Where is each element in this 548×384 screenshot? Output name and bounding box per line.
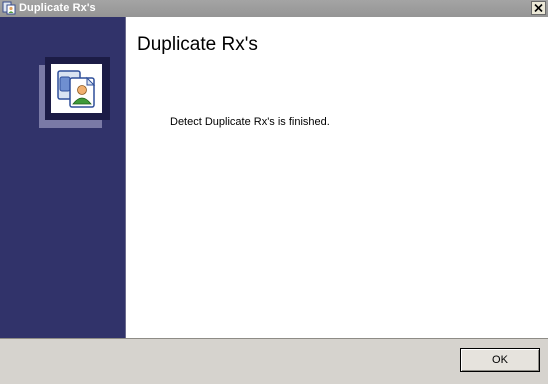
close-icon: [534, 4, 543, 12]
duplicate-person-icon: [56, 68, 98, 110]
banner-divider: [125, 17, 126, 339]
app-icon: [2, 1, 16, 15]
dialog-window: Duplicate Rx's Duplicate Rx's Detect Dup…: [0, 0, 548, 384]
status-message: Detect Duplicate Rx's is finished.: [170, 116, 330, 128]
ok-button[interactable]: OK: [460, 348, 540, 372]
title-bar[interactable]: Duplicate Rx's: [0, 0, 548, 17]
button-bar: OK: [0, 338, 548, 384]
close-button[interactable]: [531, 1, 546, 15]
window-title: Duplicate Rx's: [19, 2, 96, 14]
page-title: Duplicate Rx's: [137, 34, 258, 55]
